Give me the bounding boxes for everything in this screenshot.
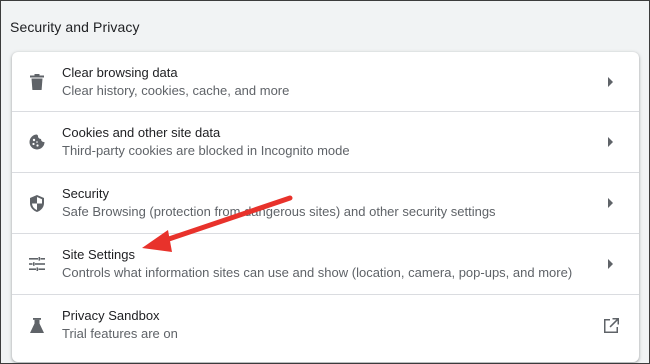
row-description: Safe Browsing (protection from dangerous… [62, 204, 496, 219]
tune-sliders-icon [12, 257, 62, 271]
flask-icon [12, 317, 62, 333]
row-label: Privacy Sandbox [62, 308, 160, 323]
row-label: Security [62, 186, 109, 201]
row-label: Site Settings [62, 247, 135, 262]
row-description: Controls what information sites can use … [62, 265, 573, 280]
security-row[interactable]: Security Safe Browsing (protection from … [12, 172, 639, 233]
security-privacy-card: Clear browsing data Clear history, cooki… [12, 52, 639, 362]
chevron-right-icon[interactable] [583, 137, 639, 147]
settings-page: Security and Privacy Clear browsing data… [0, 0, 650, 364]
chevron-right-icon[interactable] [583, 76, 639, 87]
row-label: Clear browsing data [62, 64, 178, 80]
privacy-sandbox-row[interactable]: Privacy Sandbox Trial features are on [12, 294, 639, 355]
section-title: Security and Privacy [10, 19, 140, 35]
trash-icon [12, 73, 62, 90]
row-description: Trial features are on [62, 326, 178, 341]
row-label: Cookies and other site data [62, 125, 221, 140]
site-settings-row[interactable]: Site Settings Controls what information … [12, 233, 639, 294]
chevron-right-icon[interactable] [583, 259, 639, 269]
row-description: Third-party cookies are blocked in Incog… [62, 143, 350, 158]
shield-icon [12, 194, 62, 212]
external-link-icon[interactable] [583, 317, 639, 333]
chevron-right-icon[interactable] [583, 198, 639, 208]
cookie-icon [12, 134, 62, 150]
row-description: Clear history, cookies, cache, and more [62, 82, 290, 98]
cookies-site-data-row[interactable]: Cookies and other site data Third-party … [12, 111, 639, 172]
clear-browsing-data-row[interactable]: Clear browsing data Clear history, cooki… [12, 52, 639, 111]
